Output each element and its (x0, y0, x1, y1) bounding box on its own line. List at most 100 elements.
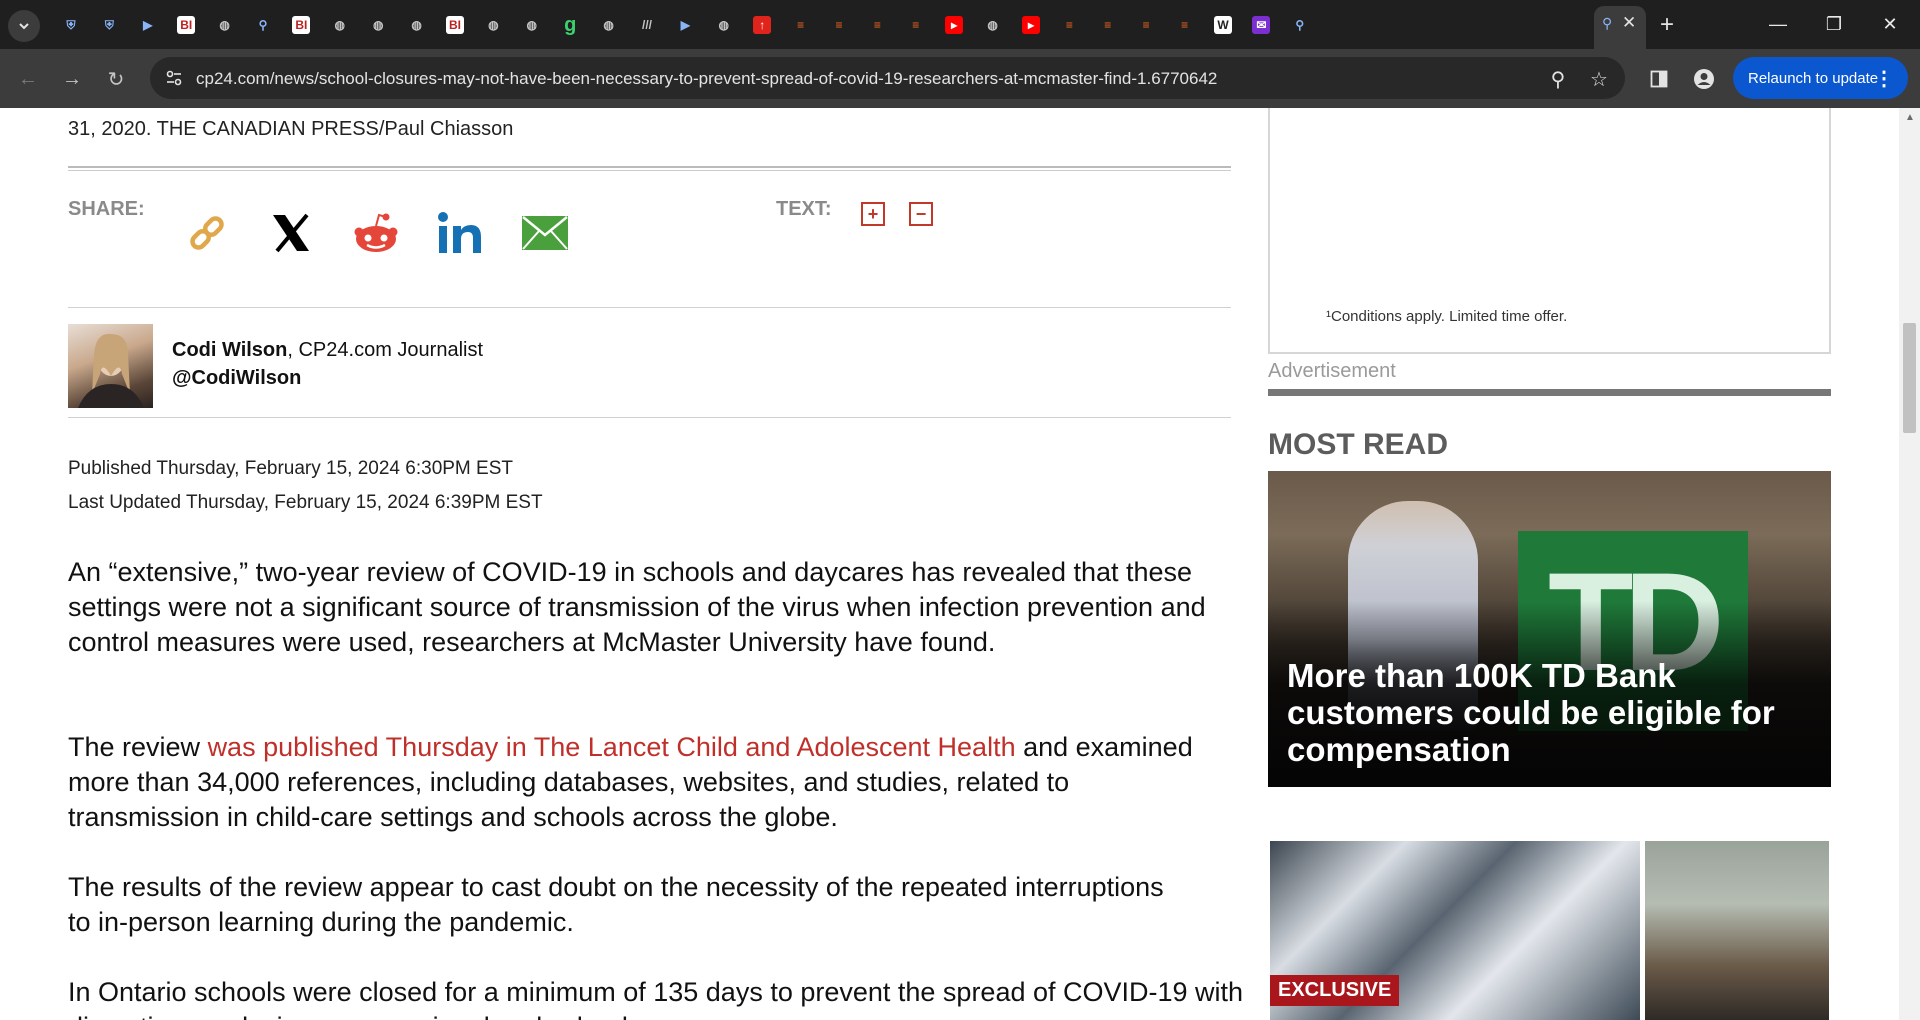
globe-icon: ◍ (488, 18, 499, 32)
browser-tab[interactable]: ◍ (363, 10, 393, 40)
arrow-right-icon: → (62, 67, 82, 90)
side-panel-icon[interactable] (1643, 63, 1675, 95)
scroll-up-arrow-icon[interactable]: ▲ (1905, 112, 1915, 123)
browser-tab[interactable]: ▸ (939, 10, 969, 40)
bookmark-icon: ▶ (143, 18, 153, 32)
author-name[interactable]: Codi Wilson (172, 339, 287, 361)
browser-tab[interactable]: ▶ (133, 10, 163, 40)
article-paragraph: In Ontario schools were closed for a min… (68, 977, 1244, 1020)
forward-button[interactable]: → (56, 63, 88, 95)
reddit-icon[interactable] (351, 208, 401, 258)
browser-tab[interactable]: ◍ (594, 10, 624, 40)
globe-icon: ◍ (603, 18, 614, 32)
back-button[interactable]: ← (12, 63, 44, 95)
browser-tab[interactable]: ◍ (325, 10, 355, 40)
active-tab[interactable]: ⚲ ✕ (1594, 6, 1646, 49)
reload-button[interactable]: ↻ (100, 63, 132, 95)
bi-icon: BI (446, 16, 464, 34)
most-read-story-2[interactable]: EXCLUSIVE (1270, 841, 1829, 1020)
profile-icon[interactable] (1688, 63, 1720, 95)
author-avatar (68, 324, 153, 408)
browser-tab[interactable]: ⚲ (1285, 10, 1315, 40)
browser-tab[interactable]: ◍ (210, 10, 240, 40)
url-text: cp24.com/news/school-closures-may-not-ha… (196, 69, 1218, 88)
browser-tab[interactable]: ⛨ (94, 10, 124, 40)
share-label: SHARE: (68, 198, 145, 220)
browser-tab[interactable]: ◍ (478, 10, 508, 40)
orange-bookmark-icon: ≡ (1181, 18, 1189, 32)
globe-icon: ◍ (987, 18, 998, 32)
page-content: 31, 2020. THE CANADIAN PRESS/Paul Chiass… (0, 108, 1920, 1020)
browser-toolbar: ← → ↻ cp24.com/news/school-closures-may-… (0, 49, 1920, 108)
restore-button[interactable]: ❐ (1806, 0, 1862, 49)
ad-disclaimer: ¹Conditions apply. Limited time offer. (1326, 308, 1568, 325)
zoom-icon[interactable]: ⚲ (1545, 66, 1571, 92)
browser-tab[interactable]: W (1208, 10, 1238, 40)
browser-tab[interactable]: ▶ (670, 10, 700, 40)
x-icon[interactable] (266, 208, 316, 258)
tab-search-button[interactable] (8, 10, 40, 42)
browser-tab[interactable]: ▸ (1016, 10, 1046, 40)
orange-bookmark-icon: ≡ (1142, 18, 1150, 32)
globe-icon: ◍ (334, 18, 346, 32)
article-paragraph: An “extensive,” two-year review of COVID… (68, 557, 1206, 657)
page-scrollbar[interactable]: ▲ (1899, 108, 1920, 1020)
browser-tab[interactable]: BI (440, 10, 470, 40)
divider (68, 166, 1231, 171)
story-headline[interactable]: More than 100K TD Bank customers could b… (1287, 657, 1817, 768)
text-size-label: TEXT: (776, 198, 832, 220)
scroll-thumb[interactable] (1903, 323, 1916, 433)
browser-tab[interactable]: ◍ (517, 10, 547, 40)
close-window-button[interactable]: ✕ (1862, 0, 1918, 49)
browser-tab[interactable]: ≡ (1131, 10, 1161, 40)
browser-tab[interactable]: ≡ (786, 10, 816, 40)
browser-tab[interactable]: ↑ (747, 10, 777, 40)
most-read-story-1[interactable]: TD More than 100K TD Bank customers coul… (1268, 471, 1831, 787)
browser-tab[interactable]: ◍ (978, 10, 1008, 40)
browser-tab[interactable]: ◍ (402, 10, 432, 40)
lancet-study-link[interactable]: was published Thursday in The Lancet Chi… (208, 732, 1016, 762)
browser-tab[interactable]: ✉ (1246, 10, 1276, 40)
search-icon: ⚲ (1602, 15, 1613, 31)
email-icon[interactable] (520, 208, 570, 258)
browser-tab[interactable]: ◍ (709, 10, 739, 40)
red-icon: ↑ (753, 16, 772, 34)
orange-bookmark-icon: ≡ (912, 18, 920, 32)
mail-icon: ✉ (1252, 16, 1271, 34)
author-handle[interactable]: @CodiWilson (172, 367, 301, 390)
browser-tab[interactable]: /// (632, 10, 662, 40)
browser-tab[interactable]: ≡ (901, 10, 931, 40)
close-tab-icon[interactable]: ✕ (1622, 13, 1636, 33)
new-tab-button[interactable]: + (1652, 10, 1682, 40)
minimize-button[interactable]: — (1750, 0, 1806, 49)
chevron-down-icon (19, 23, 29, 30)
shield-icon: ⛨ (66, 17, 76, 32)
link-icon[interactable] (182, 208, 232, 258)
browser-tab[interactable]: ≡ (824, 10, 854, 40)
linkedin-icon[interactable] (435, 208, 485, 258)
browser-tab[interactable]: ≡ (1170, 10, 1200, 40)
browser-tab[interactable]: g (555, 10, 585, 40)
bookmark-icon: ▶ (680, 18, 690, 32)
browser-tab[interactable]: BI (286, 10, 316, 40)
browser-tab[interactable]: ⚲ (248, 10, 278, 40)
browser-tab[interactable]: ⛨ (56, 10, 86, 40)
reload-icon: ↻ (107, 68, 125, 91)
browser-tab[interactable]: BI (171, 10, 201, 40)
globe-icon: ◍ (219, 18, 230, 32)
divider (68, 417, 1231, 418)
address-bar[interactable]: cp24.com/news/school-closures-may-not-ha… (150, 57, 1625, 99)
exclusive-badge: EXCLUSIVE (1270, 975, 1400, 1006)
relaunch-button[interactable]: Relaunch to update ⋮ (1733, 57, 1908, 99)
decrease-text-icon[interactable]: − (909, 202, 933, 226)
author-role: , CP24.com Journalist (287, 339, 484, 361)
browser-tab[interactable]: ≡ (1054, 10, 1084, 40)
browser-tab[interactable]: ≡ (1093, 10, 1123, 40)
bookmark-star-icon[interactable]: ☆ (1586, 66, 1612, 92)
globe-icon: ◍ (718, 18, 730, 32)
menu-icon[interactable]: ⋮ (1874, 66, 1894, 91)
article-paragraph: The review was published Thursday in The… (68, 730, 1228, 835)
increase-text-icon[interactable]: + (861, 202, 885, 226)
browser-tab[interactable]: ≡ (862, 10, 892, 40)
section-divider (1268, 389, 1831, 396)
